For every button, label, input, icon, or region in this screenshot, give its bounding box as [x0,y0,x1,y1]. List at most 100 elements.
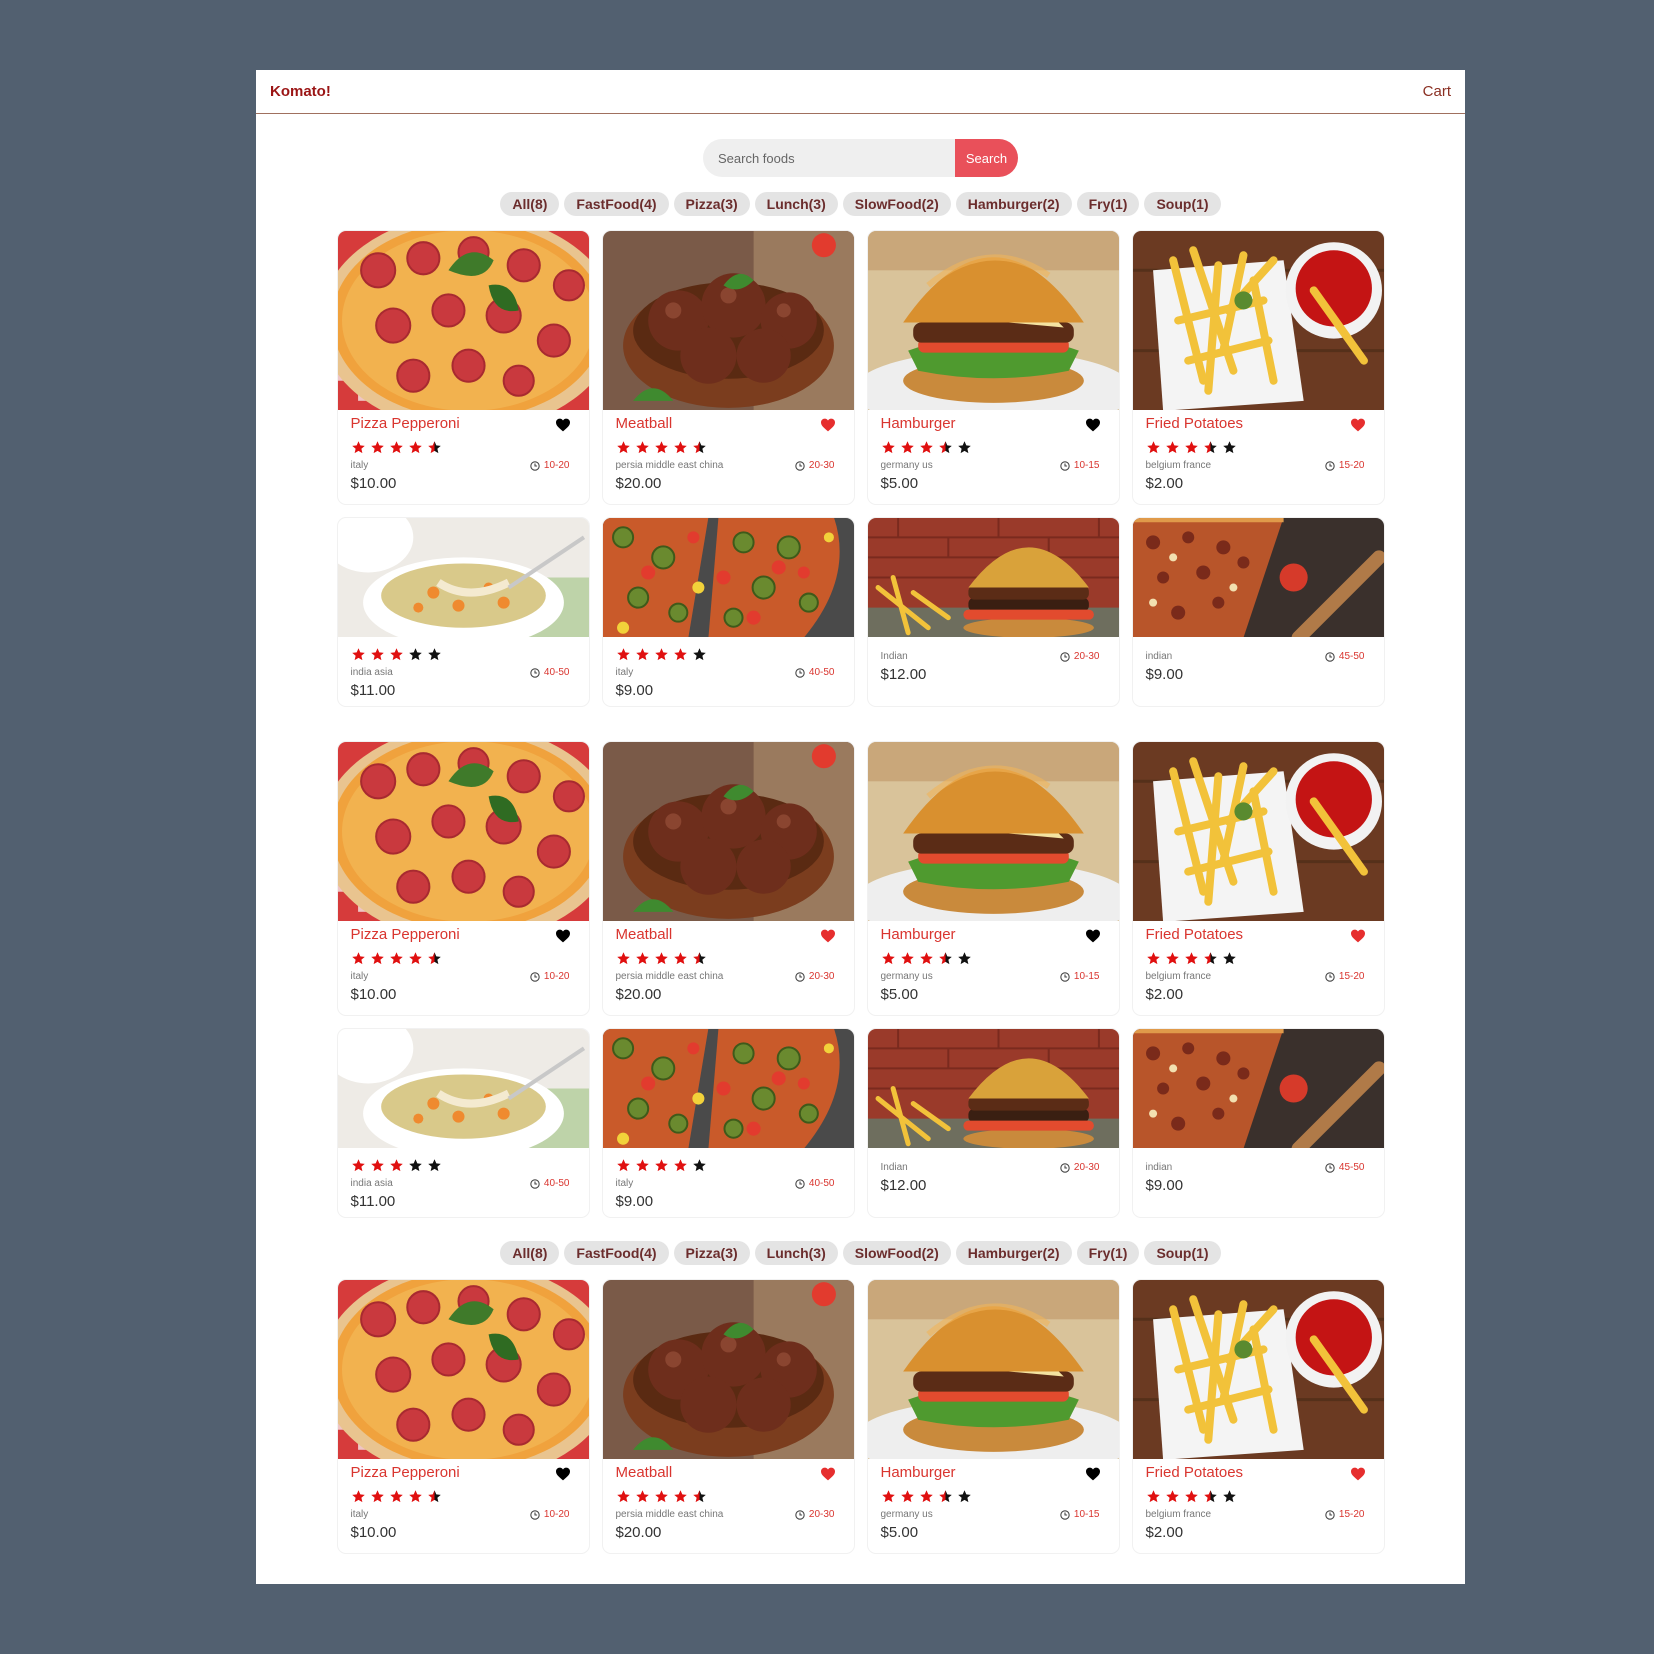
food-card[interactable]: indian 45-50 $9.00 [1132,518,1384,706]
food-image[interactable] [867,1029,1119,1148]
filter-chip[interactable]: All(8) [500,1241,560,1265]
filter-chip[interactable]: Fry(1) [1076,1241,1140,1265]
favorite-heart-icon[interactable] [555,418,571,432]
favorite-heart-icon[interactable] [1350,1467,1366,1481]
filter-chip[interactable]: Pizza(3) [673,192,750,216]
food-origin: belgium france [1145,1509,1212,1520]
filter-chip[interactable]: SlowFood(2) [842,192,951,216]
search-input[interactable] [703,139,955,177]
food-image[interactable] [337,1029,589,1148]
filter-chip[interactable]: Soup(1) [1144,192,1221,216]
food-name[interactable]: Fried Potatoes [1146,926,1371,946]
food-image[interactable] [867,742,1119,921]
filter-chip[interactable]: Hamburger(2) [955,192,1072,216]
food-image[interactable] [602,742,854,921]
filter-chip[interactable]: Lunch(3) [754,1241,838,1265]
cook-time: 20-30 [1060,1162,1100,1173]
search-button[interactable]: Search [955,139,1018,177]
food-name[interactable]: Pizza Pepperoni [351,926,576,946]
favorite-heart-icon[interactable] [820,1467,836,1481]
food-card[interactable]: italy 40-50 $9.00 [602,1029,854,1217]
cook-time: 40-50 [530,667,570,678]
food-card[interactable]: india asia 40-50 $11.00 [337,518,589,706]
favorite-heart-icon[interactable] [1085,1467,1101,1481]
food-image[interactable] [1132,742,1384,921]
brand-logo[interactable]: Komato! [270,83,331,100]
food-card[interactable]: Pizza Pepperoni italy 10-20 $10.00 [337,231,589,504]
food-image[interactable] [337,742,589,921]
food-image[interactable] [867,518,1119,637]
favorite-heart-icon[interactable] [820,418,836,432]
filter-chip[interactable]: FastFood(4) [564,1241,669,1265]
food-image[interactable] [602,1280,854,1459]
food-card[interactable]: Meatball persia middle east china 20-30 $2… [602,1280,854,1553]
food-image[interactable] [337,518,589,637]
food-name[interactable]: Fried Potatoes [1146,415,1371,435]
food-image[interactable] [602,518,854,637]
favorite-heart-icon[interactable] [1085,418,1101,432]
star-icon [654,1158,669,1173]
food-image[interactable] [867,231,1119,410]
food-card[interactable]: indian 45-50 $9.00 [1132,1029,1384,1217]
food-name[interactable]: Meatball [616,926,841,946]
filter-chip[interactable]: Hamburger(2) [955,1241,1072,1265]
filter-chip[interactable]: Lunch(3) [754,192,838,216]
food-image[interactable] [602,1029,854,1148]
food-name[interactable]: Pizza Pepperoni [351,415,576,435]
food-card[interactable]: Hamburger germany us 10-15 $5.00 [867,1280,1119,1553]
food-origin: germany us [880,971,933,982]
food-card[interactable]: Indian 20-30 $12.00 [867,1029,1119,1217]
food-image[interactable] [602,231,854,410]
food-card[interactable]: Fried Potatoes belgium france 15-20 $2.00 [1132,1280,1384,1553]
food-image[interactable] [1132,1029,1384,1148]
food-meta: belgium france 15-20 [1146,1508,1371,1521]
food-image[interactable] [337,1280,589,1459]
star-icon [408,1158,423,1173]
food-card[interactable]: Fried Potatoes belgium france 15-20 $2.00 [1132,742,1384,1015]
food-name[interactable]: Fried Potatoes [1146,1464,1371,1484]
food-card[interactable]: Hamburger germany us 10-15 $5.00 [867,231,1119,504]
food-meta: italy 10-20 [351,459,576,472]
food-name[interactable]: Meatball [616,1464,841,1484]
cart-link[interactable]: Cart [1423,83,1451,100]
filter-chip[interactable]: SlowFood(2) [842,1241,951,1265]
filter-chip[interactable]: Pizza(3) [673,1241,750,1265]
filter-chip[interactable]: Soup(1) [1144,1241,1221,1265]
star-icon [692,647,707,662]
food-card[interactable]: Pizza Pepperoni italy 10-20 $10.00 [337,1280,589,1553]
food-name[interactable]: Hamburger [881,926,1106,946]
star-rating [1146,438,1371,456]
favorite-heart-icon[interactable] [555,929,571,943]
food-name[interactable]: Pizza Pepperoni [351,1464,576,1484]
favorite-heart-icon[interactable] [820,929,836,943]
favorite-heart-icon[interactable] [1350,929,1366,943]
food-card[interactable]: Meatball persia middle east china 20-30 $2… [602,742,854,1015]
food-image[interactable] [1132,518,1384,637]
favorite-heart-icon[interactable] [1350,418,1366,432]
cook-time: 40-50 [530,1178,570,1189]
food-name[interactable]: Meatball [616,415,841,435]
food-card[interactable]: india asia 40-50 $11.00 [337,1029,589,1217]
filter-chip[interactable]: All(8) [500,192,560,216]
food-image[interactable] [1132,231,1384,410]
favorite-heart-icon[interactable] [555,1467,571,1481]
food-card[interactable]: Meatball persia middle east china 20-30 $2… [602,231,854,504]
filter-chip[interactable]: Fry(1) [1076,192,1140,216]
food-card[interactable]: Pizza Pepperoni italy 10-20 $10.00 [337,742,589,1015]
food-image[interactable] [1132,1280,1384,1459]
food-name[interactable]: Hamburger [881,1464,1106,1484]
star-icon [1165,1489,1180,1504]
food-card[interactable]: italy 40-50 $9.00 [602,518,854,706]
food-image[interactable] [337,231,589,410]
food-card[interactable]: Fried Potatoes belgium france 15-20 $2.00 [1132,231,1384,504]
food-card[interactable]: Hamburger germany us 10-15 $5.00 [867,742,1119,1015]
food-image[interactable] [867,1280,1119,1459]
filter-chip[interactable]: FastFood(4) [564,192,669,216]
food-card[interactable]: Indian 20-30 $12.00 [867,518,1119,706]
favorite-heart-icon[interactable] [1085,929,1101,943]
cook-time-value: 40-50 [808,1178,835,1189]
star-icon [900,951,915,966]
clock-icon [1060,460,1070,471]
food-name[interactable]: Hamburger [881,415,1106,435]
clock-icon [795,971,805,982]
